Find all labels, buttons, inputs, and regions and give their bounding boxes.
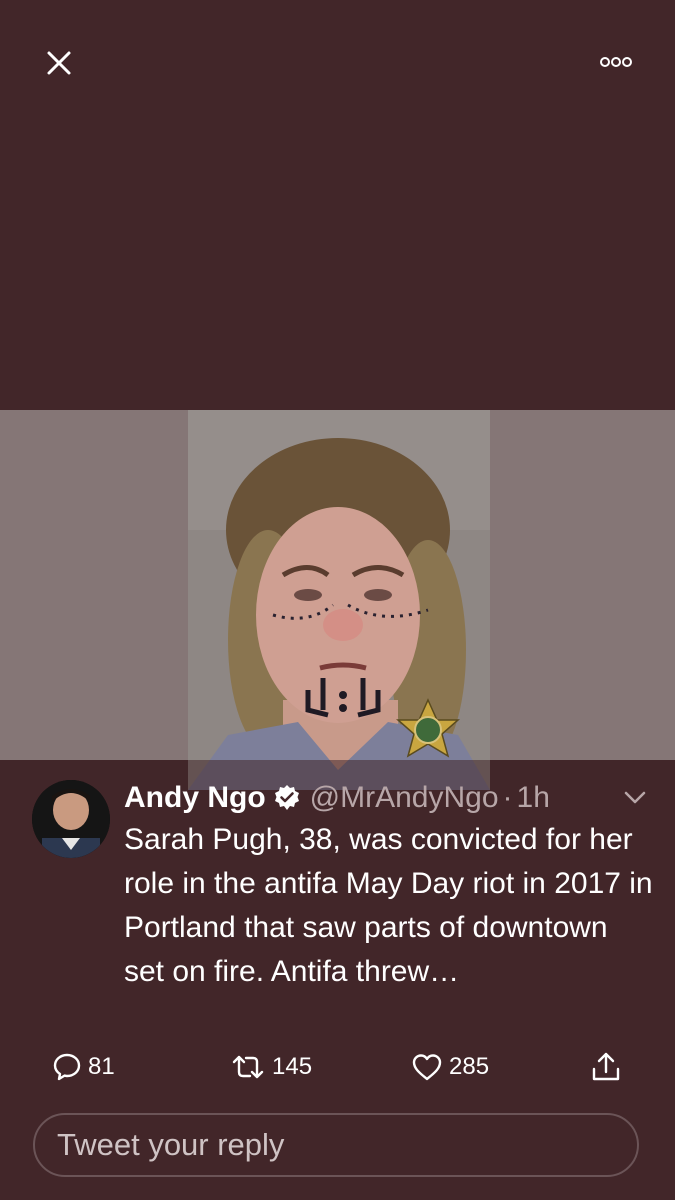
reply-count: 81 bbox=[88, 1053, 115, 1080]
close-button[interactable] bbox=[38, 42, 80, 84]
retweet-button[interactable]: 145 bbox=[230, 1044, 312, 1090]
reply-button[interactable]: 81 bbox=[52, 1044, 115, 1090]
top-bar bbox=[0, 0, 675, 120]
tweet-photo[interactable] bbox=[188, 410, 490, 790]
reply-icon bbox=[53, 1053, 81, 1081]
mugshot-photo bbox=[188, 410, 490, 790]
reply-input[interactable] bbox=[55, 1126, 619, 1164]
reply-box[interactable] bbox=[33, 1113, 639, 1177]
more-options-icon bbox=[600, 57, 632, 67]
close-icon bbox=[47, 51, 71, 75]
tweet-text[interactable]: Sarah Pugh, 38, was convicted for her ro… bbox=[124, 818, 654, 994]
retweet-icon bbox=[232, 1055, 264, 1079]
verified-badge-icon bbox=[272, 783, 302, 813]
share-button[interactable] bbox=[590, 1044, 622, 1090]
display-name[interactable]: Andy Ngo bbox=[124, 781, 266, 815]
separator-dot: · bbox=[502, 781, 513, 814]
heart-icon bbox=[412, 1054, 442, 1081]
tweet-options-button[interactable] bbox=[618, 784, 652, 812]
chevron-down-icon bbox=[624, 791, 646, 804]
avatar-image bbox=[32, 780, 110, 858]
user-handle[interactable]: @MrAndyNgo bbox=[310, 781, 499, 815]
tweet-actions: 81 145 285 bbox=[0, 1044, 675, 1090]
like-button[interactable]: 285 bbox=[411, 1044, 489, 1090]
like-count: 285 bbox=[449, 1053, 490, 1080]
retweet-count: 145 bbox=[272, 1053, 313, 1080]
share-icon bbox=[592, 1052, 620, 1081]
tweet-header: Andy Ngo @MrAndyNgo · 1h bbox=[124, 778, 550, 818]
tweet-timestamp[interactable]: 1h bbox=[517, 781, 550, 815]
more-options-button[interactable] bbox=[592, 44, 640, 80]
avatar[interactable] bbox=[32, 780, 110, 858]
